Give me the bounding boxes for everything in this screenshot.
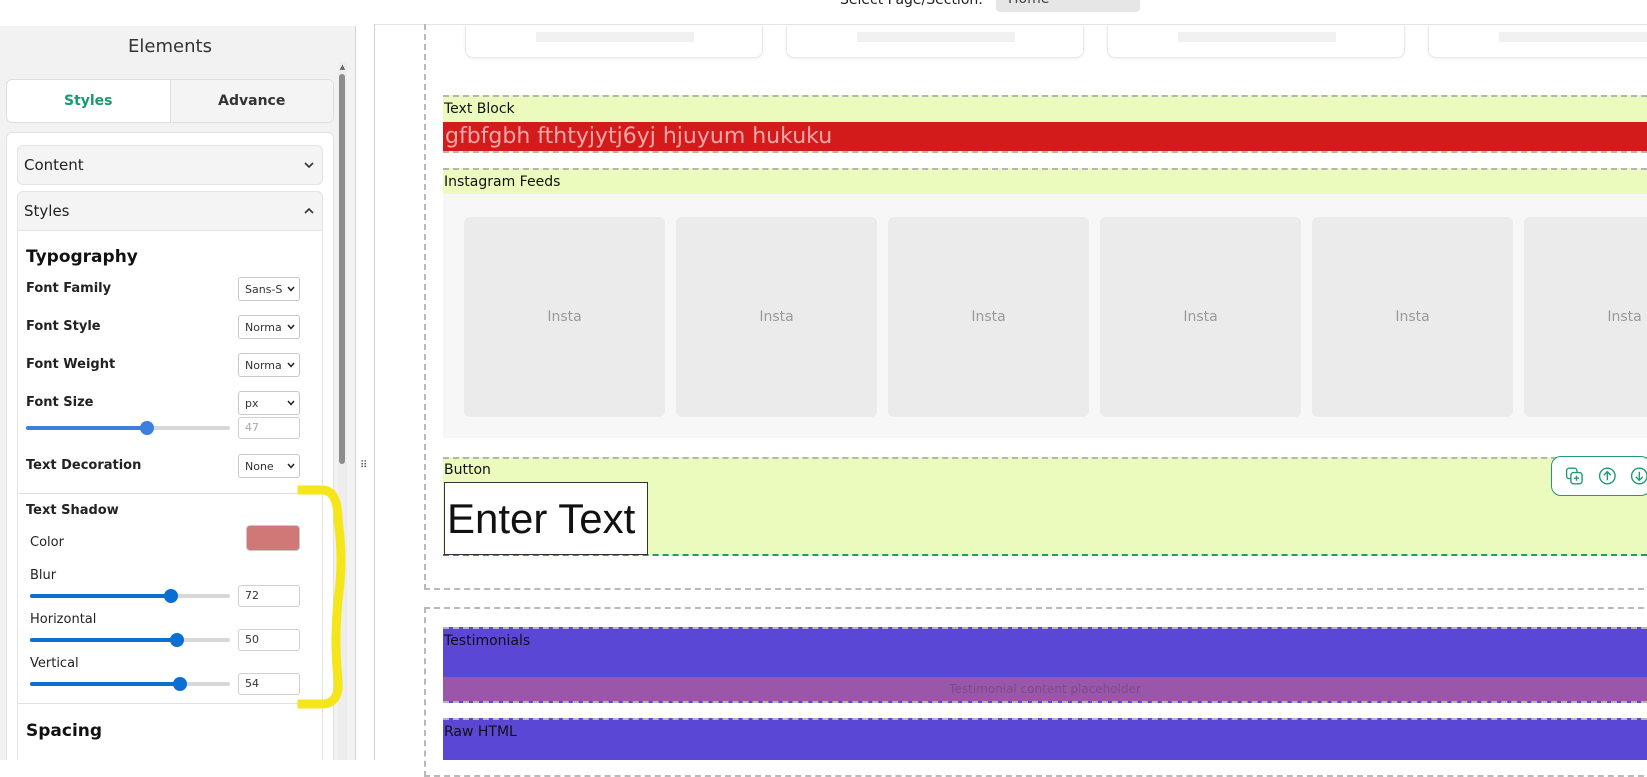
- panel-title: Elements: [128, 36, 212, 57]
- chevron-down-icon: [287, 324, 295, 330]
- shadow-color-swatch[interactable]: [246, 525, 300, 551]
- styles-content: Typography Font Family Sans-S Font Style…: [17, 231, 324, 760]
- text-block[interactable]: Text Block gfbfgbh fthtyjytj6yj hjuyum h…: [443, 95, 1647, 153]
- shadow-vertical-slider[interactable]: [30, 677, 230, 691]
- raw-html-label: Raw HTML: [444, 724, 517, 740]
- tab-advance[interactable]: Advance: [170, 80, 333, 122]
- font-weight-value: Norma: [245, 358, 282, 372]
- text-shadow-title: Text Shadow: [26, 503, 119, 518]
- insta-tile[interactable]: Insta: [1524, 217, 1647, 417]
- divider: [18, 493, 324, 494]
- chevron-down-icon: [287, 400, 295, 406]
- raw-html-block[interactable]: Raw HTML: [443, 718, 1647, 760]
- resize-handle-icon[interactable]: ⠿: [360, 460, 370, 472]
- font-family-label: Font Family: [26, 281, 112, 296]
- chevron-up-icon: [304, 207, 314, 214]
- instagram-header: Instagram Feeds: [443, 170, 1647, 194]
- move-up-icon[interactable]: [1597, 464, 1618, 488]
- page-select[interactable]: Home: [996, 0, 1140, 12]
- instagram-feeds-block[interactable]: Instagram Feeds Insta Insta Insta Insta …: [443, 168, 1647, 438]
- font-family-value: Sans-S: [245, 282, 283, 296]
- font-size-input[interactable]: 47: [238, 417, 300, 439]
- shadow-horizontal-slider[interactable]: [30, 633, 230, 647]
- font-style-label: Font Style: [26, 319, 101, 334]
- block-toolbar: [1551, 456, 1647, 496]
- insta-tile[interactable]: Insta: [464, 217, 665, 417]
- accordion-content[interactable]: Content: [17, 145, 323, 185]
- testimonials-block[interactable]: Testimonials Testimonial content placeho…: [443, 627, 1647, 703]
- page-select-label: Select Page/Section:: [840, 0, 983, 8]
- chevron-down-icon: [287, 286, 295, 292]
- shadow-blur-label: Blur: [30, 568, 57, 583]
- top-card: [1428, 26, 1647, 58]
- text-block-content[interactable]: gfbfgbh fthtyjytj6yj hjuyum hukuku: [443, 122, 1647, 151]
- chevron-down-icon: [304, 162, 314, 169]
- shadow-color-label: Color: [30, 535, 64, 550]
- testimonials-content[interactable]: Testimonial content placeholder: [443, 677, 1647, 701]
- shadow-blur-slider[interactable]: [30, 589, 230, 603]
- font-style-value: Norma: [245, 320, 282, 334]
- panel-body: Content Styles Typography Font Family Sa…: [6, 132, 334, 760]
- chevron-down-icon: [287, 362, 295, 368]
- font-size-slider[interactable]: [26, 421, 230, 435]
- button-block-label: Button: [444, 462, 491, 478]
- top-card: [465, 26, 763, 58]
- chevron-down-icon: [287, 463, 295, 469]
- font-family-select[interactable]: Sans-S: [238, 277, 300, 301]
- font-weight-label: Font Weight: [26, 357, 116, 372]
- button-block[interactable]: Button Enter Text: [443, 457, 1647, 556]
- insta-tile[interactable]: Insta: [1100, 217, 1301, 417]
- shadow-horizontal-input[interactable]: 50: [238, 629, 300, 651]
- divider: [18, 703, 324, 704]
- text-decoration-value: None: [245, 459, 274, 473]
- instagram-grid: Insta Insta Insta Insta Insta Insta: [443, 194, 1647, 438]
- insta-tile[interactable]: Insta: [888, 217, 1089, 417]
- font-size-label: Font Size: [26, 395, 94, 410]
- testimonials-label: Testimonials: [444, 633, 531, 649]
- top-card: [786, 26, 1084, 58]
- text-block-label: Text Block: [444, 101, 515, 117]
- insta-tile[interactable]: Insta: [1312, 217, 1513, 417]
- text-decoration-label: Text Decoration: [26, 458, 142, 473]
- typography-title: Typography: [26, 247, 138, 267]
- spacing-title: Spacing: [26, 721, 103, 741]
- font-weight-select[interactable]: Norma: [238, 353, 300, 377]
- scroll-up-arrow-icon[interactable]: ▲: [338, 62, 347, 72]
- scrollbar-thumb[interactable]: [339, 74, 345, 464]
- shadow-blur-input[interactable]: 72: [238, 585, 300, 607]
- shadow-horizontal-label: Horizontal: [30, 612, 97, 627]
- panel-scrollbar[interactable]: ▲: [338, 62, 347, 760]
- panel-tabs: Styles Advance: [6, 79, 334, 123]
- text-decoration-select[interactable]: None: [238, 454, 300, 478]
- font-style-select[interactable]: Norma: [238, 315, 300, 339]
- duplicate-icon[interactable]: [1564, 464, 1585, 488]
- elements-panel: Elements Styles Advance ▲ Content Styles…: [0, 26, 356, 760]
- shadow-vertical-input[interactable]: 54: [238, 673, 300, 695]
- insta-tile[interactable]: Insta: [676, 217, 877, 417]
- tab-styles[interactable]: Styles: [7, 80, 171, 122]
- enter-text-button[interactable]: Enter Text: [444, 482, 648, 555]
- accordion-content-label: Content: [24, 156, 84, 174]
- font-size-unit-value: px: [245, 396, 259, 410]
- shadow-vertical-label: Vertical: [30, 656, 79, 671]
- move-down-icon[interactable]: [1629, 464, 1647, 488]
- instagram-feeds-label: Instagram Feeds: [444, 174, 561, 190]
- accordion-styles-label: Styles: [24, 202, 70, 220]
- top-card: [1107, 26, 1405, 58]
- font-size-unit-select[interactable]: px: [238, 391, 300, 415]
- accordion-styles[interactable]: Styles: [17, 191, 323, 231]
